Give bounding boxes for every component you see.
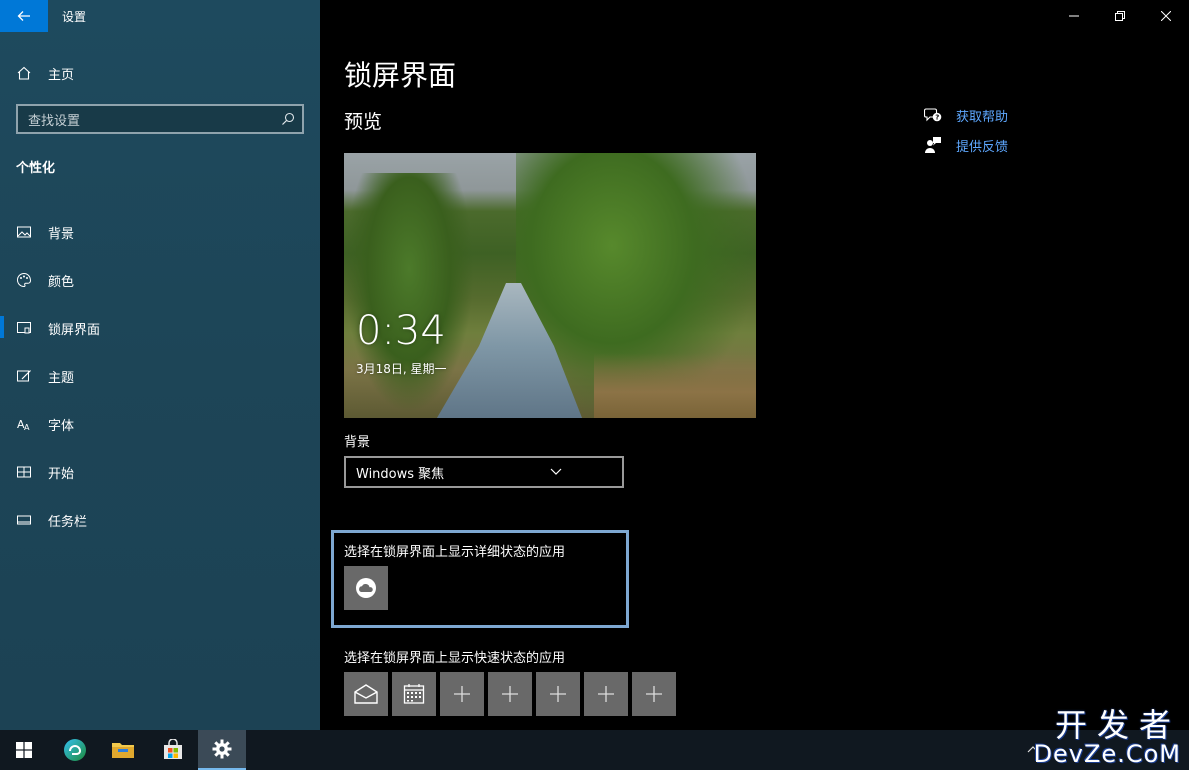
- titlebar-left: 设置: [0, 0, 320, 32]
- sidebar-item-colors[interactable]: 颜色: [0, 256, 320, 304]
- detail-status-label: 选择在锁屏界面上显示详细状态的应用: [344, 545, 566, 560]
- sidebar-item-label: 开始: [48, 466, 75, 482]
- taskbar-settings[interactable]: [198, 730, 246, 770]
- taskbar: [0, 730, 1189, 770]
- quick-status-label: 选择在锁屏界面上显示快速状态的应用: [344, 651, 566, 666]
- start-button[interactable]: [0, 730, 48, 770]
- sidebar-item-label: 主页: [48, 67, 75, 83]
- preview-trees-left: [344, 173, 474, 413]
- background-label: 背景: [344, 435, 371, 450]
- plus-icon: [454, 686, 470, 702]
- mail-icon: [354, 684, 378, 704]
- font-icon: AA: [0, 416, 48, 432]
- windows-logo-icon: [16, 742, 32, 758]
- sidebar-item-taskbar[interactable]: 任务栏: [0, 496, 320, 544]
- selected-indicator: [0, 316, 4, 338]
- theme-icon: [0, 368, 48, 384]
- feedback-link[interactable]: 提供反馈: [924, 130, 1008, 160]
- sidebar-item-label: 任务栏: [48, 514, 88, 530]
- sidebar-item-themes[interactable]: 主题: [0, 352, 320, 400]
- taskbar-icon: [0, 512, 48, 528]
- quick-status-tile-add[interactable]: [632, 672, 676, 716]
- sidebar-item-label: 字体: [48, 418, 75, 434]
- quick-status-tile-mail[interactable]: [344, 672, 388, 716]
- sidebar: 设置 主页 查找设置 个性化 背景 颜色 锁屏界面 主题 A A 字体 开始 任…: [0, 0, 320, 730]
- minimize-button[interactable]: [1051, 0, 1097, 32]
- svg-text:A: A: [24, 423, 30, 432]
- sidebar-item-label: 主题: [48, 370, 75, 386]
- close-icon: [1161, 11, 1171, 21]
- main-content: 锁屏界面 预览 0:34 3月18日, 星期一 背景 Windows 聚焦 选择…: [320, 0, 1189, 730]
- weather-icon: [356, 578, 376, 598]
- chat-help-icon: ?: [924, 106, 956, 124]
- quick-status-tile-add[interactable]: [488, 672, 532, 716]
- background-dropdown-value: Windows 聚焦: [356, 466, 445, 482]
- back-button[interactable]: [0, 0, 48, 32]
- preview-path: [594, 353, 756, 418]
- gear-icon: [212, 739, 232, 759]
- minimize-icon: [1069, 15, 1079, 17]
- quick-status-tile-add[interactable]: [440, 672, 484, 716]
- back-arrow-icon: [17, 11, 30, 21]
- lock-screen-preview: 0:34 3月18日, 星期一: [344, 153, 756, 418]
- sidebar-item-home[interactable]: 主页: [0, 58, 320, 88]
- close-button[interactable]: [1143, 0, 1189, 32]
- edge-icon: [64, 739, 86, 761]
- page-title: 锁屏界面: [344, 59, 457, 92]
- watermark-logo: 开发者 DevZe.CoM: [1034, 700, 1181, 768]
- sidebar-item-background[interactable]: 背景: [0, 208, 320, 256]
- taskbar-store[interactable]: [149, 730, 197, 770]
- search-input[interactable]: 查找设置: [16, 104, 304, 134]
- store-icon: [164, 739, 182, 759]
- preview-clock: 0:34: [356, 308, 446, 354]
- sidebar-item-label: 颜色: [48, 274, 75, 290]
- preview-date: 3月18日, 星期一: [356, 362, 447, 376]
- sidebar-item-label: 锁屏界面: [48, 322, 101, 338]
- taskbar-file-explorer[interactable]: [99, 730, 147, 770]
- picture-icon: [0, 224, 48, 240]
- restore-icon: [1115, 11, 1125, 21]
- detail-status-app-tile[interactable]: [344, 566, 388, 610]
- search-icon: [274, 112, 302, 126]
- plus-icon: [502, 686, 518, 702]
- sidebar-item-fonts[interactable]: AA 字体: [0, 400, 320, 448]
- help-links: ? 获取帮助 提供反馈: [924, 100, 1008, 160]
- plus-icon: [646, 686, 662, 702]
- feedback-label: 提供反馈: [956, 139, 1009, 155]
- lock-screen-icon: [0, 320, 48, 336]
- sidebar-item-start[interactable]: 开始: [0, 448, 320, 496]
- sidebar-item-lock-screen[interactable]: 锁屏界面: [0, 304, 320, 352]
- sidebar-item-label: 背景: [48, 226, 75, 242]
- app-title: 设置: [62, 10, 87, 24]
- svg-text:?: ?: [935, 114, 939, 122]
- taskbar-edge[interactable]: [51, 730, 99, 770]
- get-help-link[interactable]: ? 获取帮助: [924, 100, 1008, 130]
- plus-icon: [598, 686, 614, 702]
- folder-icon: [112, 743, 134, 758]
- feedback-icon: [924, 136, 956, 154]
- maximize-button[interactable]: [1097, 0, 1143, 32]
- quick-status-tile-add[interactable]: [536, 672, 580, 716]
- home-icon: [0, 65, 48, 81]
- preview-heading: 预览: [344, 111, 383, 133]
- palette-icon: [0, 272, 48, 288]
- sidebar-nav: 背景 颜色 锁屏界面 主题 AA 字体 开始 任务栏: [0, 208, 320, 544]
- get-help-label: 获取帮助: [956, 109, 1009, 125]
- background-dropdown[interactable]: Windows 聚焦: [344, 456, 624, 488]
- start-icon: [0, 464, 48, 480]
- quick-status-tile-add[interactable]: [584, 672, 628, 716]
- chevron-down-icon: [489, 468, 622, 476]
- watermark-line2: DevZe.CoM: [1033, 740, 1181, 768]
- calendar-icon: [403, 684, 425, 704]
- section-title: 个性化: [16, 161, 56, 176]
- quick-status-tile-calendar[interactable]: [392, 672, 436, 716]
- search-placeholder: 查找设置: [28, 113, 81, 129]
- plus-icon: [550, 686, 566, 702]
